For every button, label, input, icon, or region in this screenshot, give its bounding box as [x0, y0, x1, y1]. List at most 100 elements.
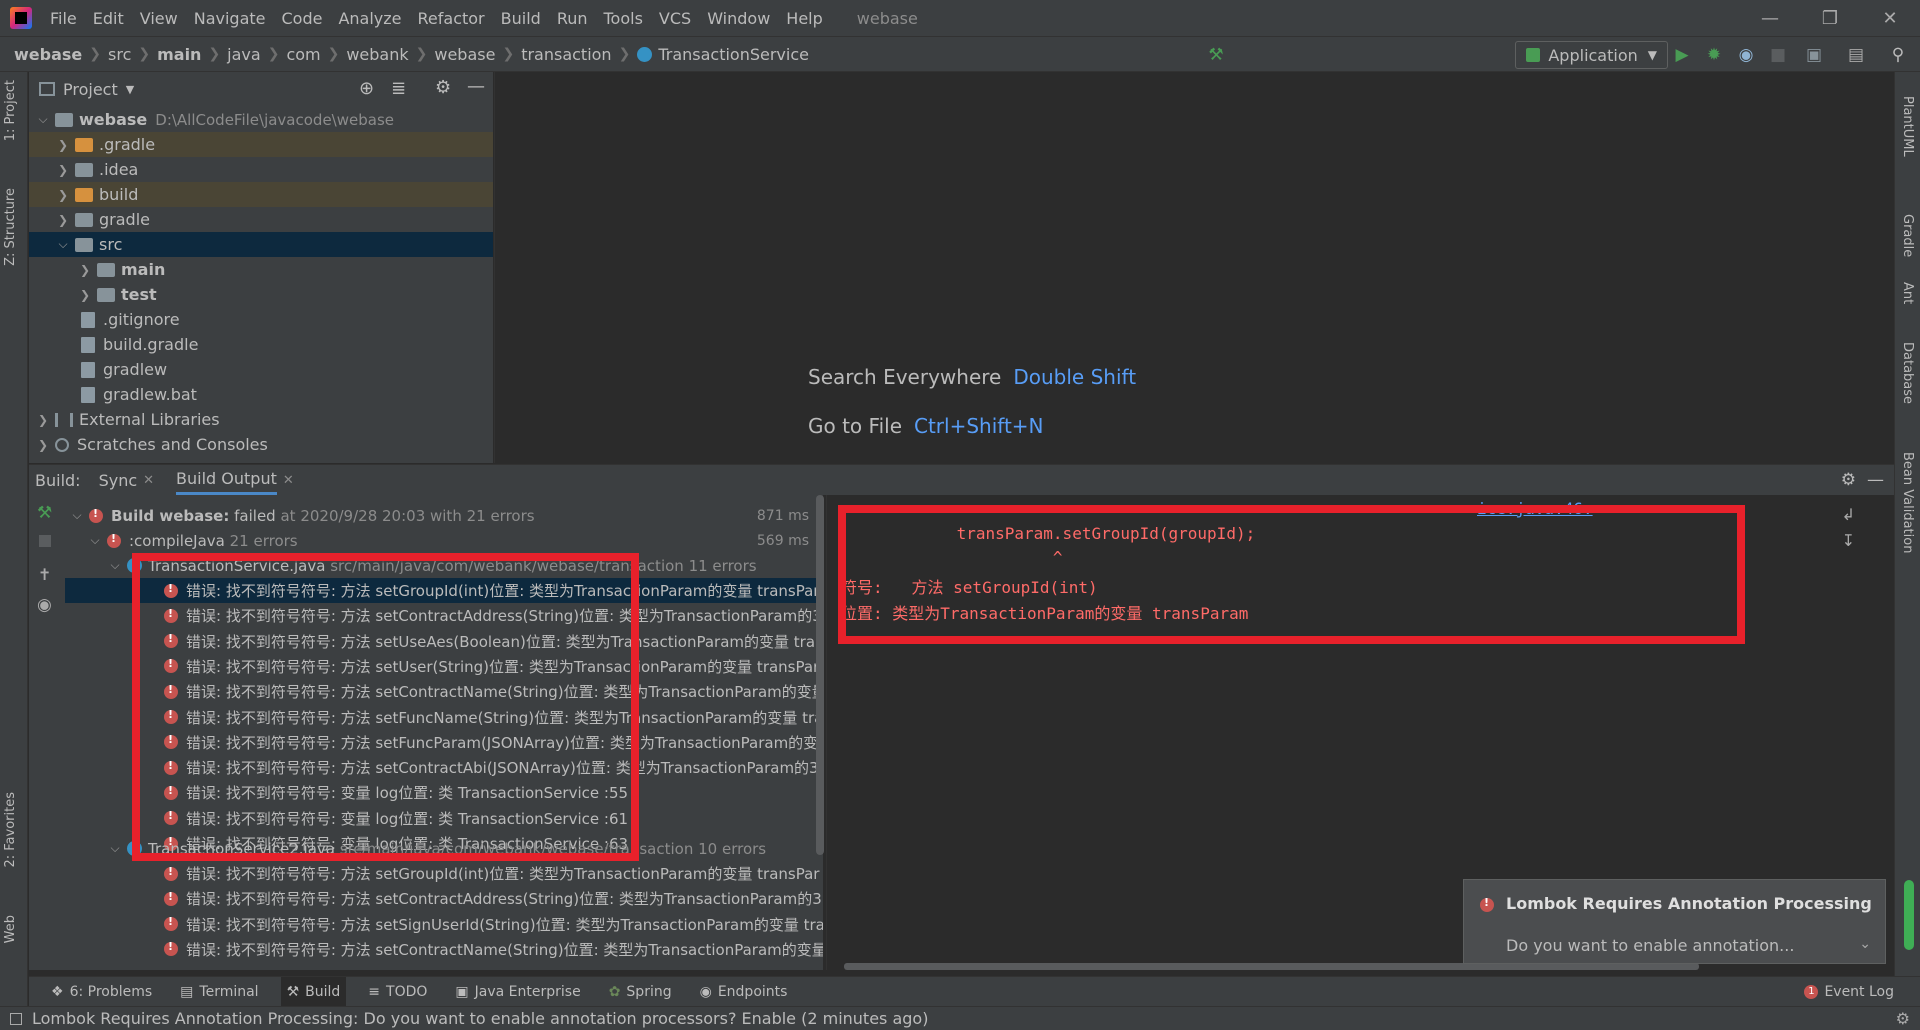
hide-icon[interactable]: — [467, 76, 485, 97]
error-row[interactable]: 错误: 找不到符号符号: 方法 setFuncParam(JSONArray)位… [65, 730, 823, 755]
menu-code[interactable]: Code [282, 9, 323, 28]
breadcrumb-webase[interactable]: webase [14, 45, 82, 64]
error-row[interactable]: 错误: 找不到符号符号: 方法 setGroupId(int)位置: 类型为Tr… [65, 861, 823, 886]
chevron-down-icon[interactable]: ⌵ [109, 558, 121, 573]
restore-icon[interactable]: ❐ [1800, 0, 1860, 36]
tree-item-test[interactable]: ❯ test [29, 282, 493, 307]
chevron-right-icon[interactable]: ❯ [79, 288, 91, 302]
close-icon[interactable]: ✕ [283, 473, 294, 488]
close-icon[interactable]: ✕ [1860, 0, 1920, 36]
menu-tools[interactable]: Tools [604, 9, 643, 28]
tree-item-src[interactable]: ⌵ src [29, 232, 493, 257]
build-hammer-icon[interactable]: ⚒ [1206, 45, 1226, 65]
tree-item-external-libraries[interactable]: ❯ External Libraries [29, 407, 493, 432]
gear-icon[interactable]: ⚙ [1841, 470, 1856, 490]
chevron-right-icon[interactable]: ❯ [57, 163, 69, 177]
chevron-down-icon[interactable]: ⌵ [109, 841, 121, 856]
chevron-right-icon[interactable]: ❯ [37, 438, 49, 452]
tree-root-webase[interactable]: ⌵ webase D:\AllCodeFile\javacode\webase [29, 107, 493, 132]
menu-navigate[interactable]: Navigate [194, 9, 266, 28]
error-row[interactable]: 错误: 找不到符号符号: 方法 setContractName(String)位… [65, 679, 823, 704]
tree-item-gradlew[interactable]: gradlew [29, 357, 493, 382]
compile-java-node[interactable]: ⌵ :compileJava 21 errors 569 ms [65, 528, 823, 553]
menu-refactor[interactable]: Refactor [418, 9, 485, 28]
build-tree-scrollbar[interactable] [816, 495, 824, 855]
build-root-node[interactable]: ⌵ Build webase: failed at 2020/9/28 20:0… [65, 503, 823, 528]
breadcrumb-webase-pkg[interactable]: webase [434, 45, 495, 64]
error-row[interactable]: 错误: 找不到符号符号: 方法 setUser(String)位置: 类型为Tr… [65, 654, 823, 679]
rebuild-icon[interactable]: ⚒ [37, 503, 52, 523]
tab-plantuml[interactable]: PlantUML [1900, 96, 1915, 157]
tab-todo[interactable]: ≡ TODO [362, 977, 433, 1007]
error-row[interactable]: 错误: 找不到符号符号: 方法 setUseAes(Boolean)位置: 类型… [65, 629, 823, 654]
chevron-down-icon[interactable]: ⌵ [89, 533, 101, 548]
chevron-right-icon[interactable]: ❯ [79, 263, 91, 277]
chevron-down-icon[interactable]: ⌄ [1859, 936, 1871, 952]
menu-vcs[interactable]: VCS [659, 9, 691, 28]
run-icon[interactable]: ▶ [1672, 45, 1692, 65]
tab-bean-validation[interactable]: Bean Validation [1900, 452, 1915, 553]
tab-gradle[interactable]: Gradle [1900, 214, 1915, 257]
status-message[interactable]: Lombok Requires Annotation Processing: D… [32, 1009, 928, 1028]
tab-problems[interactable]: ❖ 6: Problems [45, 977, 158, 1007]
gear-icon[interactable]: ⚙ [435, 77, 451, 98]
locate-icon[interactable]: ⊕ [359, 78, 374, 99]
tab-web[interactable]: Web [3, 915, 18, 943]
tree-item-gradle[interactable]: ❯ gradle [29, 207, 493, 232]
project-structure-icon[interactable]: ▣ [1804, 45, 1824, 65]
tree-item-idea[interactable]: ❯ .idea [29, 157, 493, 182]
chevron-right-icon[interactable]: ❯ [57, 138, 69, 152]
close-icon[interactable]: ✕ [143, 473, 154, 488]
toggle-tool-windows-icon[interactable] [10, 1012, 22, 1025]
pin-icon[interactable]: ✝ [38, 565, 51, 584]
memory-indicator[interactable] [1904, 880, 1914, 950]
chevron-right-icon[interactable]: ❯ [57, 213, 69, 227]
tree-item-gradlew-bat[interactable]: gradlew.bat [29, 382, 493, 407]
error-row[interactable]: 错误: 找不到符号符号: 方法 setSignUserId(String)位置:… [65, 912, 823, 937]
hide-icon[interactable]: — [1867, 470, 1884, 490]
tab-favorites[interactable]: 2: Favorites [3, 792, 18, 868]
source-link[interactable]: ice.java:46: [1477, 499, 1593, 518]
tree-item-gitignore[interactable]: .gitignore [29, 307, 493, 332]
tree-item-gradle-dir[interactable]: ❯ .gradle [29, 132, 493, 157]
coverage-icon[interactable]: ◉ [1736, 45, 1756, 65]
error-row[interactable]: 错误: 找不到符号符号: 变量 log位置: 类 TransactionServ… [65, 806, 823, 831]
tab-event-log[interactable]: 1 Event Log [1798, 977, 1900, 1007]
error-row[interactable]: 错误: 找不到符号符号: 方法 setFuncName(String)位置: 类… [65, 705, 823, 730]
error-row[interactable]: 错误: 找不到符号符号: 方法 setContractName(String)位… [65, 937, 823, 962]
tab-ant[interactable]: Ant [1900, 282, 1915, 304]
menu-view[interactable]: View [140, 9, 178, 28]
project-panel-title[interactable]: Project [63, 80, 118, 99]
tab-project[interactable]: 1: Project [3, 80, 18, 141]
menu-analyze[interactable]: Analyze [338, 9, 401, 28]
menu-build[interactable]: Build [501, 9, 541, 28]
minimize-icon[interactable]: — [1740, 0, 1800, 36]
breadcrumb-webank[interactable]: webank [346, 45, 408, 64]
error-row[interactable]: 错误: 找不到符号符号: 变量 log位置: 类 TransactionServ… [65, 780, 823, 805]
menu-help[interactable]: Help [786, 9, 822, 28]
tab-sync[interactable]: Sync [99, 471, 138, 490]
tab-java-enterprise[interactable]: ▣ Java Enterprise [449, 977, 586, 1007]
tree-item-scratches[interactable]: ❯ Scratches and Consoles [29, 432, 493, 457]
tree-item-build[interactable]: ❯ build [29, 182, 493, 207]
eye-icon[interactable]: ◉ [37, 595, 52, 615]
editor-area[interactable]: Search Everywhere Double Shift Go to File… [494, 72, 1894, 463]
breadcrumb-src[interactable]: src [108, 45, 131, 64]
scroll-to-end-icon[interactable]: ↧ [1842, 531, 1855, 550]
chevron-down-icon[interactable]: ⌵ [71, 508, 83, 523]
run-configuration-select[interactable]: Application ▼ [1515, 41, 1668, 69]
tab-build-output[interactable]: Build Output [176, 465, 277, 495]
tab-structure[interactable]: Z: Structure [3, 188, 18, 266]
error-row[interactable]: 错误: 找不到符号符号: 方法 setGroupId(int)位置: 类型为Tr… [65, 578, 823, 603]
tab-database[interactable]: Database [1900, 342, 1915, 404]
stop-icon[interactable] [39, 535, 51, 547]
file-node-1[interactable]: ⌵ TransactionService.java src/main/java/… [65, 553, 823, 578]
chevron-right-icon[interactable]: ❯ [37, 413, 49, 427]
breadcrumb-transactionservice[interactable]: TransactionService [658, 45, 809, 64]
collapse-all-icon[interactable]: ≣ [391, 78, 406, 99]
menu-file[interactable]: File [50, 9, 77, 28]
breadcrumb-com[interactable]: com [286, 45, 320, 64]
tree-item-build-gradle[interactable]: build.gradle [29, 332, 493, 357]
lombok-notification[interactable]: Lombok Requires Annotation Processing Do… [1463, 879, 1886, 964]
inspector-icon[interactable]: ⚙ [1896, 1009, 1910, 1028]
